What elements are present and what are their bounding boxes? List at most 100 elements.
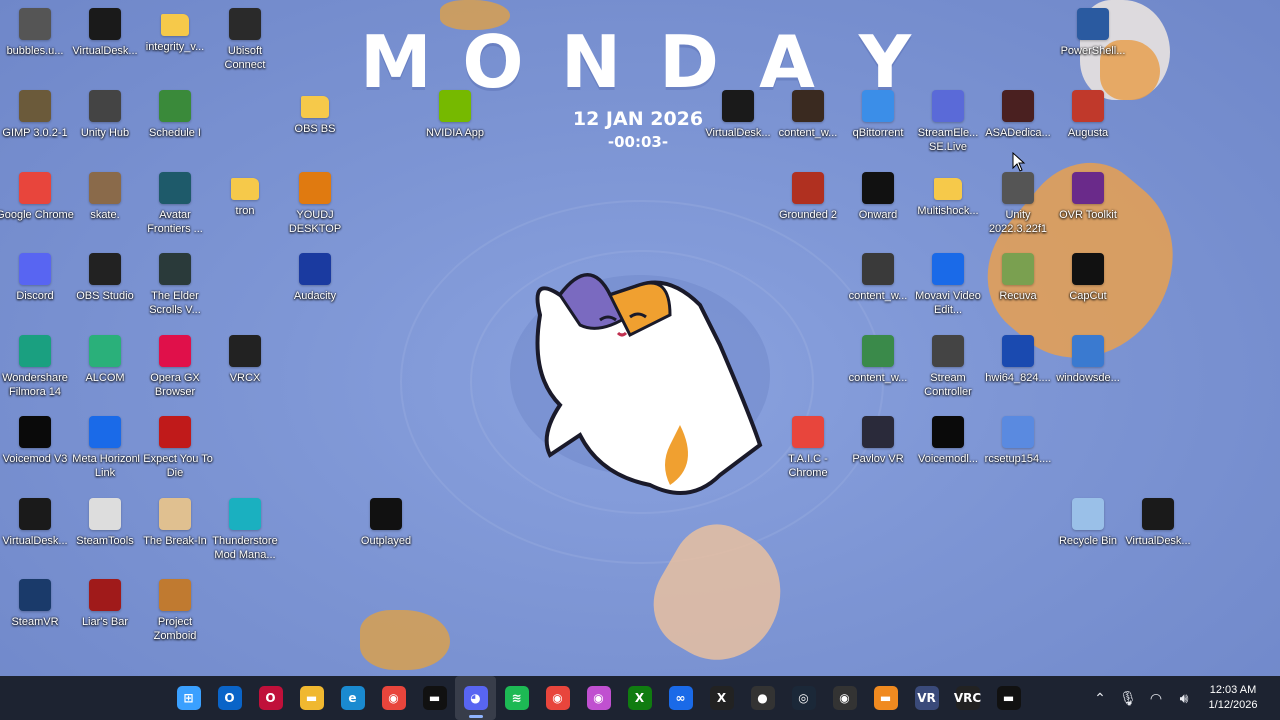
desktop-icon[interactable]: Schedule I	[140, 84, 210, 164]
desktop-icon[interactable]: NVIDIA App	[420, 84, 490, 164]
desktop-icon[interactable]: The Elder Scrolls V...	[140, 247, 210, 327]
steamvr-icon	[19, 579, 51, 611]
taskbar-button[interactable]: O	[250, 676, 291, 720]
desktop-icon[interactable]: content_w...	[843, 247, 913, 327]
taskbar-button[interactable]: ◉	[824, 676, 865, 720]
desktop-icon[interactable]: Unity Hub	[70, 84, 140, 164]
desktop-icon[interactable]: I Expect You To Die	[137, 410, 213, 490]
microphone-icon[interactable]: 🎙︎	[1114, 676, 1142, 720]
desktop-icon[interactable]: Pavlov VR	[843, 410, 913, 490]
wifi-icon[interactable]: ◠	[1142, 676, 1170, 720]
desktop-icon-label: Onward	[858, 209, 898, 221]
taskbar-button[interactable]: O	[209, 676, 250, 720]
desktop-icon[interactable]: Opera GX Browser	[140, 329, 210, 409]
desktop-icon[interactable]: ALCOM	[70, 329, 140, 409]
desktop-icon[interactable]: VirtualDesk...	[703, 84, 773, 164]
desktop-icon[interactable]: integrity_v...	[140, 2, 210, 82]
nvidia-icon	[439, 90, 471, 122]
desktop-icon[interactable]: tron	[210, 166, 280, 246]
desktop-icon[interactable]: rcsetup154....	[983, 410, 1053, 490]
desktop-icon[interactable]: Augusta	[1053, 84, 1123, 164]
desktop-icon[interactable]: qBittorrent	[843, 84, 913, 164]
vrcx-icon: X	[709, 686, 734, 710]
desktop-icon[interactable]: VirtualDesk...	[70, 2, 140, 82]
wallpaper-date: 12 JAN 2026	[572, 108, 704, 130]
desktop-icon[interactable]: T.A.I.C - Chrome	[773, 410, 843, 490]
desktop-icon[interactable]: Thunderstore Mod Mana...	[210, 492, 280, 572]
desktop-icon[interactable]: Voicemodl...	[913, 410, 983, 490]
taskbar-button[interactable]: ▬	[414, 676, 455, 720]
desktop-icon[interactable]: Liar's Bar	[70, 573, 140, 653]
desktop-icon[interactable]: YOUDJ DESKTOP	[280, 166, 350, 246]
desktop-icon[interactable]: Recuva	[983, 247, 1053, 327]
desktop-icon[interactable]: Outplayed	[351, 492, 421, 572]
desktop-icon[interactable]: GIMP 3.0.2-1	[0, 84, 70, 164]
taskbar-button[interactable]: ◉	[373, 676, 414, 720]
desktop-icon[interactable]: OVR Toolkit	[1053, 166, 1123, 246]
desktop[interactable]: M O N D A Y 12 JAN 2026 -00:03- bubbles.…	[0, 0, 1280, 676]
taskbar-button[interactable]: ◉	[537, 676, 578, 720]
desktop-icon[interactable]: skate.	[70, 166, 140, 246]
desktop-icon[interactable]: Google Chrome	[0, 166, 74, 246]
desktop-icon-label: Audacity	[293, 290, 337, 302]
folder-icon	[934, 178, 962, 200]
chrome-profile-2-icon: ◉	[586, 686, 611, 710]
taskbar-button[interactable]: ⊞	[168, 676, 209, 720]
desktop-icon[interactable]: Ubisoft Connect	[210, 2, 280, 82]
desktop-icon[interactable]: Multishock...	[913, 166, 983, 246]
desktop-icon[interactable]: VirtualDesk...	[1123, 492, 1193, 572]
elder-scrolls-icon	[159, 253, 191, 285]
taskbar-button[interactable]: ▬	[988, 676, 1029, 720]
taskbar-button[interactable]: ◉	[578, 676, 619, 720]
desktop-icon[interactable]: The Break-In	[140, 492, 210, 572]
desktop-icon[interactable]: PowerShell...	[1058, 2, 1128, 82]
desktop-icon[interactable]: content_w...	[843, 329, 913, 409]
taskbar-button[interactable]: VRC	[947, 676, 988, 720]
desktop-icon-label: PowerShell...	[1060, 45, 1126, 57]
taskbar-button[interactable]: ◕	[455, 676, 496, 720]
desktop-icon[interactable]: OBS Studio	[70, 247, 140, 327]
speaker-icon[interactable]: 🔊︎	[1170, 676, 1198, 720]
desktop-icon[interactable]: VirtualDesk...	[0, 492, 70, 572]
taskbar-button[interactable]: ∞	[660, 676, 701, 720]
desktop-icon[interactable]: CapCut	[1053, 247, 1123, 327]
taskbar-button[interactable]: ▬	[865, 676, 906, 720]
desktop-icon[interactable]: Onward	[843, 166, 913, 246]
desktop-icon-label: Grounded 2	[778, 209, 838, 221]
desktop-icon[interactable]: Voicemod V3	[0, 410, 70, 490]
desktop-icon[interactable]: Discord	[0, 247, 70, 327]
desktop-icon[interactable]: Meta Horizon Link	[70, 410, 140, 490]
desktop-icon[interactable]: content_w...	[773, 84, 843, 164]
desktop-icon[interactable]: SteamTools	[70, 492, 140, 572]
taskbar-button[interactable]: ◎	[783, 676, 824, 720]
taskbar-button[interactable]: ≋	[496, 676, 537, 720]
chevron-up-icon[interactable]: ⌃	[1086, 676, 1114, 720]
taskbar-button[interactable]: e	[332, 676, 373, 720]
desktop-icon-label: VirtualDesk...	[705, 127, 771, 139]
desktop-icon[interactable]: OBS BS	[280, 84, 350, 164]
desktop-icon[interactable]: Stream Controller	[913, 329, 983, 409]
desktop-icon[interactable]: Wondershare Filmora 14	[0, 329, 70, 409]
desktop-icon[interactable]: VRCX	[210, 329, 280, 409]
taskbar-button[interactable]: X	[619, 676, 660, 720]
desktop-icon[interactable]: Recycle Bin	[1053, 492, 1123, 572]
taskbar-button[interactable]: VR	[906, 676, 947, 720]
taskbar-button[interactable]: X	[701, 676, 742, 720]
obs-recording-icon: ◉	[832, 686, 857, 710]
taskbar-button[interactable]: ▬	[291, 676, 332, 720]
desktop-icon[interactable]: Audacity	[280, 247, 350, 327]
taskbar-clock[interactable]: 12:03 AM 1/12/2026	[1198, 683, 1268, 713]
desktop-icon[interactable]: hwi64_824....	[983, 329, 1053, 409]
desktop-icon[interactable]: Grounded 2	[773, 166, 843, 246]
desktop-icon[interactable]: StreamEle... SE.Live	[913, 84, 983, 164]
desktop-icon[interactable]: windowsde...	[1053, 329, 1123, 409]
desktop-icon[interactable]: Movavi Video Edit...	[913, 247, 983, 327]
desktop-icon[interactable]: Unity 2022.3.22f1	[983, 166, 1053, 246]
desktop-icon[interactable]: SteamVR	[0, 573, 70, 653]
desktop-icon[interactable]: Avatar Frontiers ...	[140, 166, 210, 246]
desktop-icon[interactable]: bubbles.u...	[0, 2, 70, 82]
unity-cube-icon	[19, 8, 51, 40]
desktop-icon[interactable]: Project Zomboid	[140, 573, 210, 653]
avatar-icon	[159, 172, 191, 204]
taskbar-button[interactable]: ●	[742, 676, 783, 720]
